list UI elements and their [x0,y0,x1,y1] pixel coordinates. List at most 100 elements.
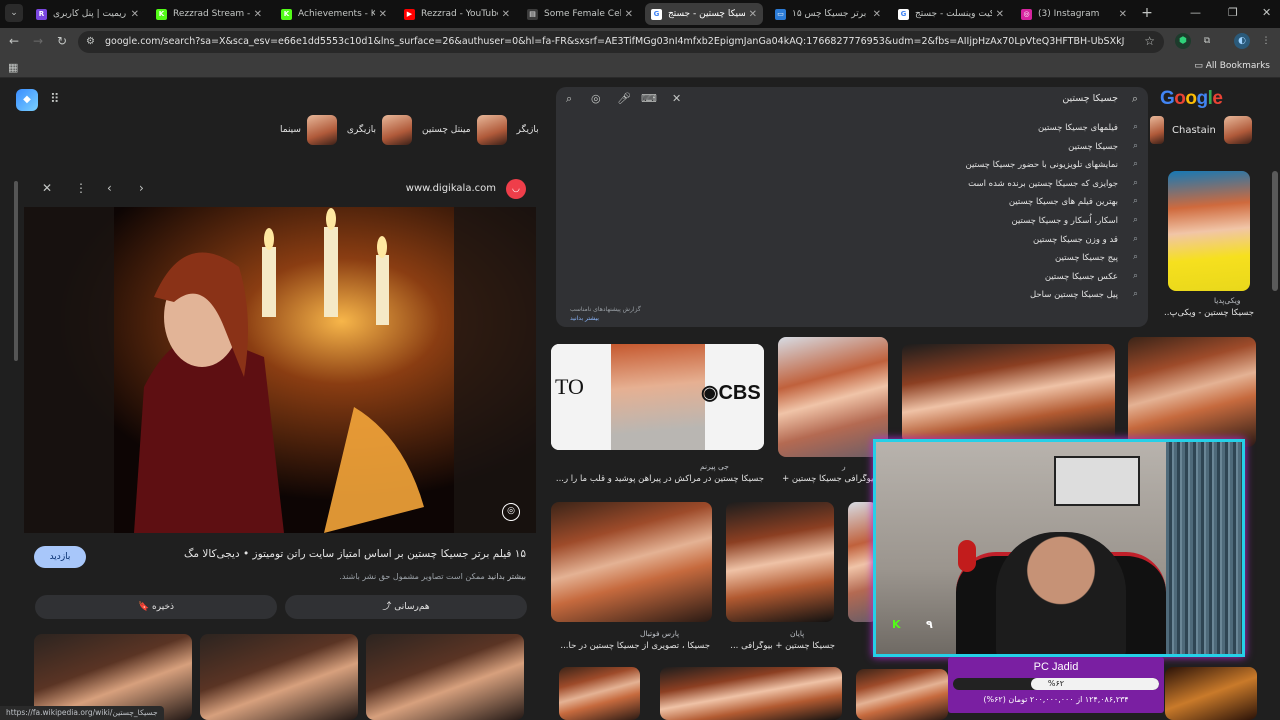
browser-tab[interactable]: ▶ Rezzrad - YouTube ✕ [398,3,516,25]
result-caption[interactable]: جسیکا چستین در مراکش در پیراهن پوشید و ق… [552,474,764,484]
tab-close-icon[interactable]: ✕ [749,9,757,20]
tab-close-icon[interactable]: ✕ [873,9,881,20]
search-box[interactable]: ⌕ ◎ 🎤︎ ⌨ ✕ جسیکا چستین ⌕ [556,87,1148,111]
search-suggestion[interactable]: نمایشهای تلویزیونی با حضور جسیکا چستین ⌕ [556,157,1148,175]
lens-icon[interactable]: ◎ [591,92,601,105]
bookmark-star-icon[interactable]: ☆ [1144,34,1155,48]
search-suggestion[interactable]: اسکار، اُسکار و جسیکا چستین ⌕ [556,213,1148,231]
clear-icon[interactable]: ✕ [672,92,681,105]
tab-close-icon[interactable]: ✕ [379,9,387,20]
share-button[interactable]: ⤴ هم‌رسانی [285,595,527,619]
result-image[interactable] [559,667,640,720]
result-source[interactable]: پارس فوتبال [640,629,679,638]
address-bar[interactable]: ⚙ google.com/search?sa=X&sca_esv=e66e1dd… [78,31,1164,53]
result-image[interactable] [1165,667,1257,720]
result-image[interactable] [660,667,842,720]
browser-tab[interactable]: ▤ Some Female Celebs ✕ [521,3,639,25]
result-caption[interactable]: جسیکا چستین + بیوگرافی ... [727,641,835,651]
browser-tab[interactable]: K Rezzrad Stream - Wa ✕ [150,3,268,25]
close-icon[interactable]: ✕ [42,181,52,195]
result-caption[interactable]: جسیکا چستین - ویکی‌پ... [1164,308,1254,318]
mic-icon[interactable]: 🎤︎ [617,92,631,105]
chip-actor[interactable]: بازیگر [517,115,539,145]
chevron-left-icon[interactable]: ‹ [107,181,112,195]
result-image[interactable] [726,502,834,622]
result-source[interactable]: پایان [790,629,804,638]
close-window-icon[interactable]: ✕ [1262,6,1271,19]
result-image-wiki[interactable] [1168,171,1250,291]
chevron-right-icon[interactable]: › [139,181,144,195]
forward-icon[interactable]: → [30,34,46,48]
minimize-icon[interactable]: — [1190,6,1201,19]
search-suggestion[interactable]: فیلمهای جسیکا چستین ⌕ [556,120,1148,138]
lens-search-icon[interactable]: ◎ [502,503,520,521]
profile-avatar-icon[interactable]: ◐ [1234,33,1250,49]
result-image-dress[interactable] [778,337,888,457]
tab-close-icon[interactable]: ✕ [1119,9,1127,20]
chip-chastain[interactable]: Chastain [1150,116,1252,144]
app-logo-icon[interactable]: ◆ [16,89,38,111]
search-suggestion[interactable]: پیل جسیکا چستین ساحل ⌕ [556,287,1148,305]
browser-tab[interactable]: R ریمیت | پنل کاربری ✕ [30,3,145,25]
search-icon[interactable]: ⌕ [566,92,572,106]
browser-tab[interactable]: G جسیکا چستین - جستج ✕ [645,3,763,25]
preview-image[interactable]: ◎ [24,207,536,533]
notice-link[interactable]: بیشتر بدانید [487,572,526,581]
related-image[interactable] [200,634,358,720]
chip-acting[interactable]: بازیگری [347,115,413,145]
tab-close-icon[interactable]: ✕ [625,9,633,20]
google-apps-icon[interactable]: ⠿ [50,92,60,107]
page-scrollbar[interactable] [1272,171,1278,291]
result-caption[interactable]: بیوگرافی جسیکا چستین + ... [780,474,876,484]
keyboard-icon[interactable]: ⌨ [641,92,657,105]
tab-close-icon[interactable]: ✕ [502,9,510,20]
result-image[interactable] [1128,337,1256,447]
back-icon[interactable]: ← [6,34,22,48]
result-image[interactable] [902,344,1115,444]
result-source[interactable]: ویکی‌پدیا [1214,296,1241,305]
apps-grid-icon[interactable]: ▦ [8,61,18,74]
preview-title[interactable]: ۱۵ فیلم برتر جسیکا چستین بر اساس امتیاز … [184,548,526,560]
result-source[interactable]: جی پیرنم [700,462,729,471]
reload-icon[interactable]: ↻ [54,34,70,48]
chip-mintel[interactable]: مینتل چستین [422,115,507,145]
result-image[interactable] [551,502,712,622]
shield-extension-icon[interactable]: ⬢ [1175,33,1191,49]
address-url[interactable]: google.com/search?sa=X&sca_esv=e66e1dd55… [105,36,1125,47]
tab-close-icon[interactable]: ✕ [254,9,262,20]
result-image-cbs[interactable]: ◉CBS TO [551,344,764,450]
save-button[interactable]: 🔖 ذخیره [35,595,277,619]
browser-tab[interactable]: G کیت وینسلت - جستج ✕ [892,3,1010,25]
search-suggestion[interactable]: عکس جسیکا چستین ⌕ [556,269,1148,287]
learn-more-link[interactable]: بیشتر بدانید [570,315,599,322]
site-info-icon[interactable]: ⚙ [86,36,95,47]
report-suggestions-link[interactable]: گزارش پیشنهادهای نامناسب [570,306,641,313]
search-suggestion[interactable]: جسیکا چستین ⌕ [556,139,1148,157]
tab-search-dropdown[interactable]: ⌄ [5,4,23,22]
chip-cinema[interactable]: سینما [280,115,337,145]
tab-close-icon[interactable]: ✕ [131,9,139,20]
restore-icon[interactable]: ❐ [1228,6,1238,19]
browser-tab[interactable]: K Achievements - Kick ✕ [275,3,393,25]
result-source[interactable]: ر [842,462,846,471]
browser-tab[interactable]: ◎ (3) Instagram ✕ [1015,3,1133,25]
search-suggestion[interactable]: جوایزی که جسیکا چستین برنده شده است ⌕ [556,176,1148,194]
digikala-logo-icon[interactable]: ◡ [506,179,526,199]
more-vert-icon[interactable]: ⋮ [75,181,87,195]
search-suggestion[interactable]: قد و وزن جسیکا چستین ⌕ [556,232,1148,250]
result-image[interactable] [856,669,948,720]
all-bookmarks-button[interactable]: ▭ All Bookmarks [1194,61,1270,71]
search-suggestion[interactable]: پیج جسیکا چستین ⌕ [556,250,1148,268]
search-query[interactable]: جسیکا چستین [1062,93,1118,104]
browser-tab[interactable]: ▭ ۱۵ فیلم برتر جسیکا چس ✕ [769,3,887,25]
related-image[interactable] [366,634,524,720]
google-logo[interactable]: Google [1160,88,1223,110]
search-suggestion[interactable]: بهترین فیلم های جسیکا چستین ⌕ [556,194,1148,212]
preview-scrollbar[interactable] [14,181,18,361]
tab-close-icon[interactable]: ✕ [996,9,1004,20]
source-site[interactable]: www.digikala.com [406,183,496,194]
menu-kebab-icon[interactable]: ⋮ [1258,33,1274,49]
result-caption[interactable]: جسیکا ، تصویری از جسیکا چستین در حا... [552,641,710,651]
extensions-puzzle-icon[interactable]: ⧉ [1199,33,1215,49]
new-tab-button[interactable]: + [1138,4,1156,22]
